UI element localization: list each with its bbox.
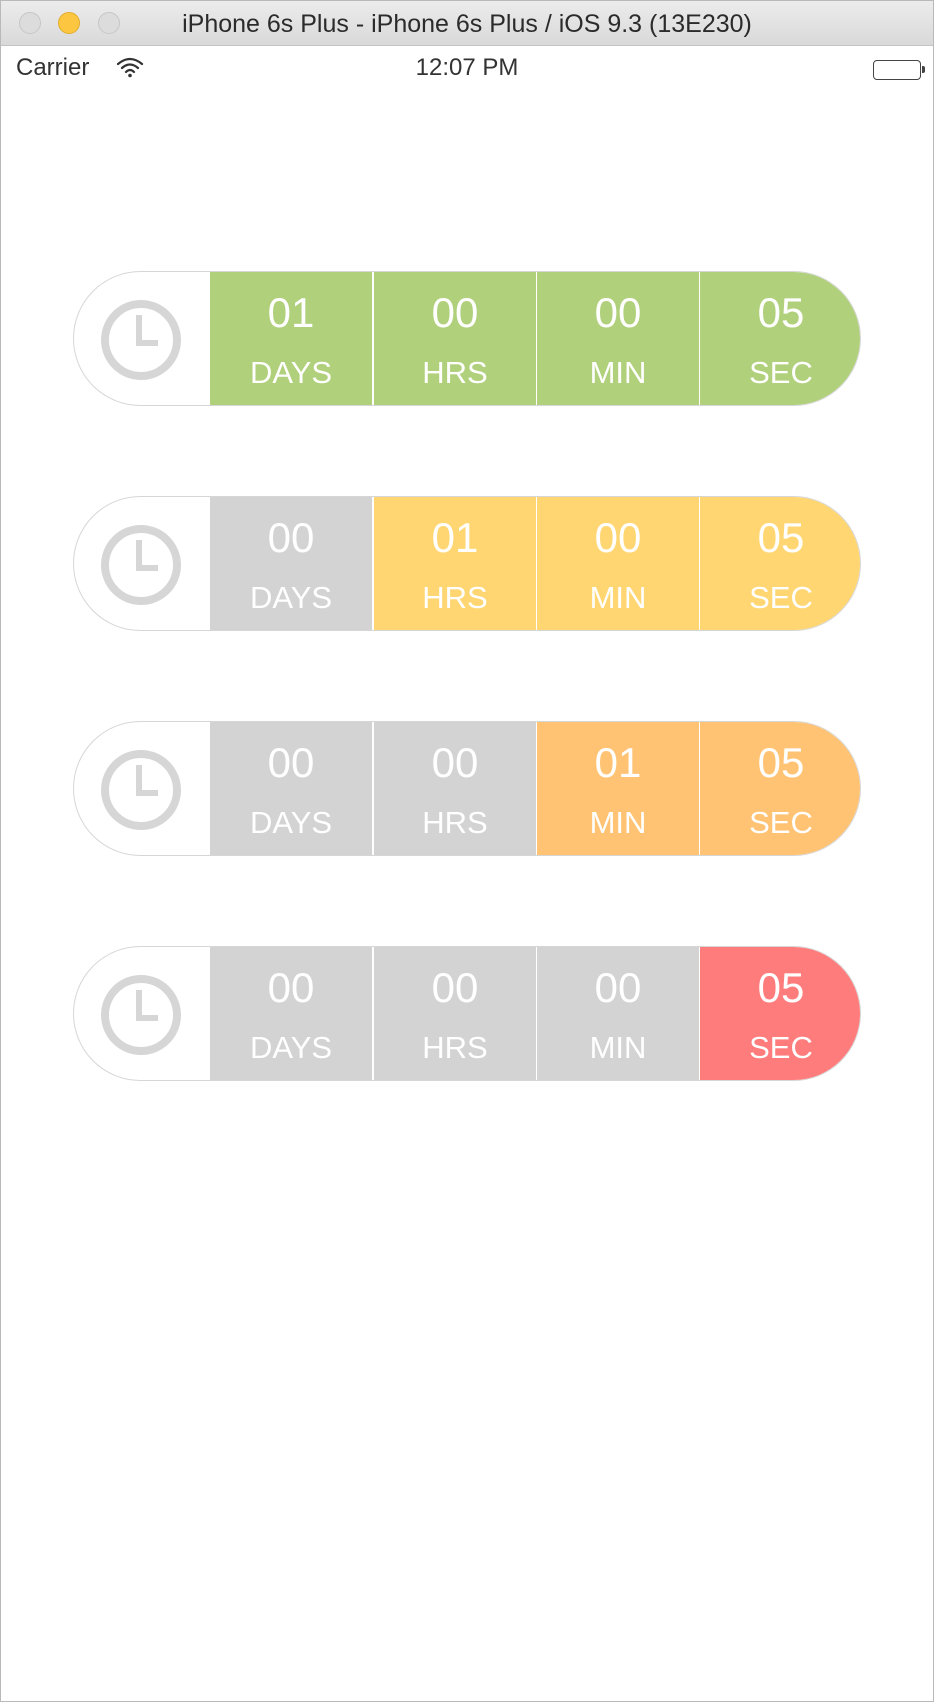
countdown-timer: 01 DAYS 00 HRS 00 MIN 05 SEC [73, 271, 861, 406]
minutes-label: MIN [589, 355, 647, 390]
hours-label: HRS [422, 805, 488, 840]
hours-segment: 01 HRS [373, 497, 536, 630]
minutes-segment: 00 MIN [536, 947, 699, 1080]
days-segment: 00 DAYS [210, 947, 372, 1080]
hours-value: 00 [431, 739, 479, 786]
days-segment: 00 DAYS [210, 722, 372, 855]
hours-label: HRS [422, 580, 488, 615]
clock-icon [101, 525, 181, 605]
hours-segment: 00 HRS [373, 947, 536, 1080]
seconds-value: 05 [757, 739, 805, 786]
seconds-value: 05 [757, 964, 805, 1011]
seconds-segment: 05 SEC [699, 947, 860, 1080]
countdown-timer: 00 DAYS 01 HRS 00 MIN 05 SEC [73, 496, 861, 631]
countdown-timer: 00 DAYS 00 HRS 00 MIN 05 SEC [73, 946, 861, 1081]
seconds-segment: 05 SEC [699, 272, 860, 405]
days-segment: 01 DAYS [210, 272, 372, 405]
window-titlebar: iPhone 6s Plus - iPhone 6s Plus / iOS 9.… [1, 1, 933, 46]
clock-icon [101, 975, 181, 1055]
minutes-label: MIN [589, 805, 647, 840]
minutes-value: 01 [594, 739, 642, 786]
seconds-label: SEC [749, 355, 813, 390]
clock-icon [101, 300, 181, 380]
minutes-segment: 01 MIN [536, 722, 699, 855]
days-value: 01 [267, 289, 315, 336]
hours-label: HRS [422, 355, 488, 390]
minutes-label: MIN [589, 1030, 647, 1065]
hours-segment: 00 HRS [373, 722, 536, 855]
days-label: DAYS [249, 1030, 333, 1065]
battery-icon [873, 60, 925, 80]
seconds-value: 05 [757, 514, 805, 561]
days-value: 00 [267, 739, 315, 786]
hours-value: 01 [431, 514, 479, 561]
clock-icon [101, 750, 181, 830]
window-title: iPhone 6s Plus - iPhone 6s Plus / iOS 9.… [182, 10, 752, 38]
minutes-value: 00 [594, 289, 642, 336]
hours-value: 00 [431, 289, 479, 336]
seconds-segment: 05 SEC [699, 497, 860, 630]
days-label: DAYS [249, 580, 333, 615]
timer-icon-area [74, 947, 210, 1080]
days-label: DAYS [249, 805, 333, 840]
simulator-window: iPhone 6s Plus - iPhone 6s Plus / iOS 9.… [0, 0, 934, 1702]
timer-icon-area [74, 272, 210, 405]
timer-icon-area [74, 722, 210, 855]
minutes-segment: 00 MIN [536, 497, 699, 630]
hours-segment: 00 HRS [373, 272, 536, 405]
timer-icon-area [74, 497, 210, 630]
minutes-label: MIN [589, 580, 647, 615]
countdown-timer: 00 DAYS 00 HRS 01 MIN 05 SEC [73, 721, 861, 856]
days-label: DAYS [249, 355, 333, 390]
days-value: 00 [267, 514, 315, 561]
seconds-label: SEC [749, 1030, 813, 1065]
hours-value: 00 [431, 964, 479, 1011]
seconds-value: 05 [757, 289, 805, 336]
minutes-value: 00 [594, 964, 642, 1011]
seconds-segment: 05 SEC [699, 722, 860, 855]
seconds-label: SEC [749, 580, 813, 615]
days-segment: 00 DAYS [210, 497, 372, 630]
ios-status-bar: Carrier 12:07 PM [1, 46, 933, 90]
days-value: 00 [267, 964, 315, 1011]
hours-label: HRS [422, 1030, 488, 1065]
status-time: 12:07 PM [415, 54, 519, 81]
minutes-segment: 00 MIN [536, 272, 699, 405]
minutes-value: 00 [594, 514, 642, 561]
seconds-label: SEC [749, 805, 813, 840]
